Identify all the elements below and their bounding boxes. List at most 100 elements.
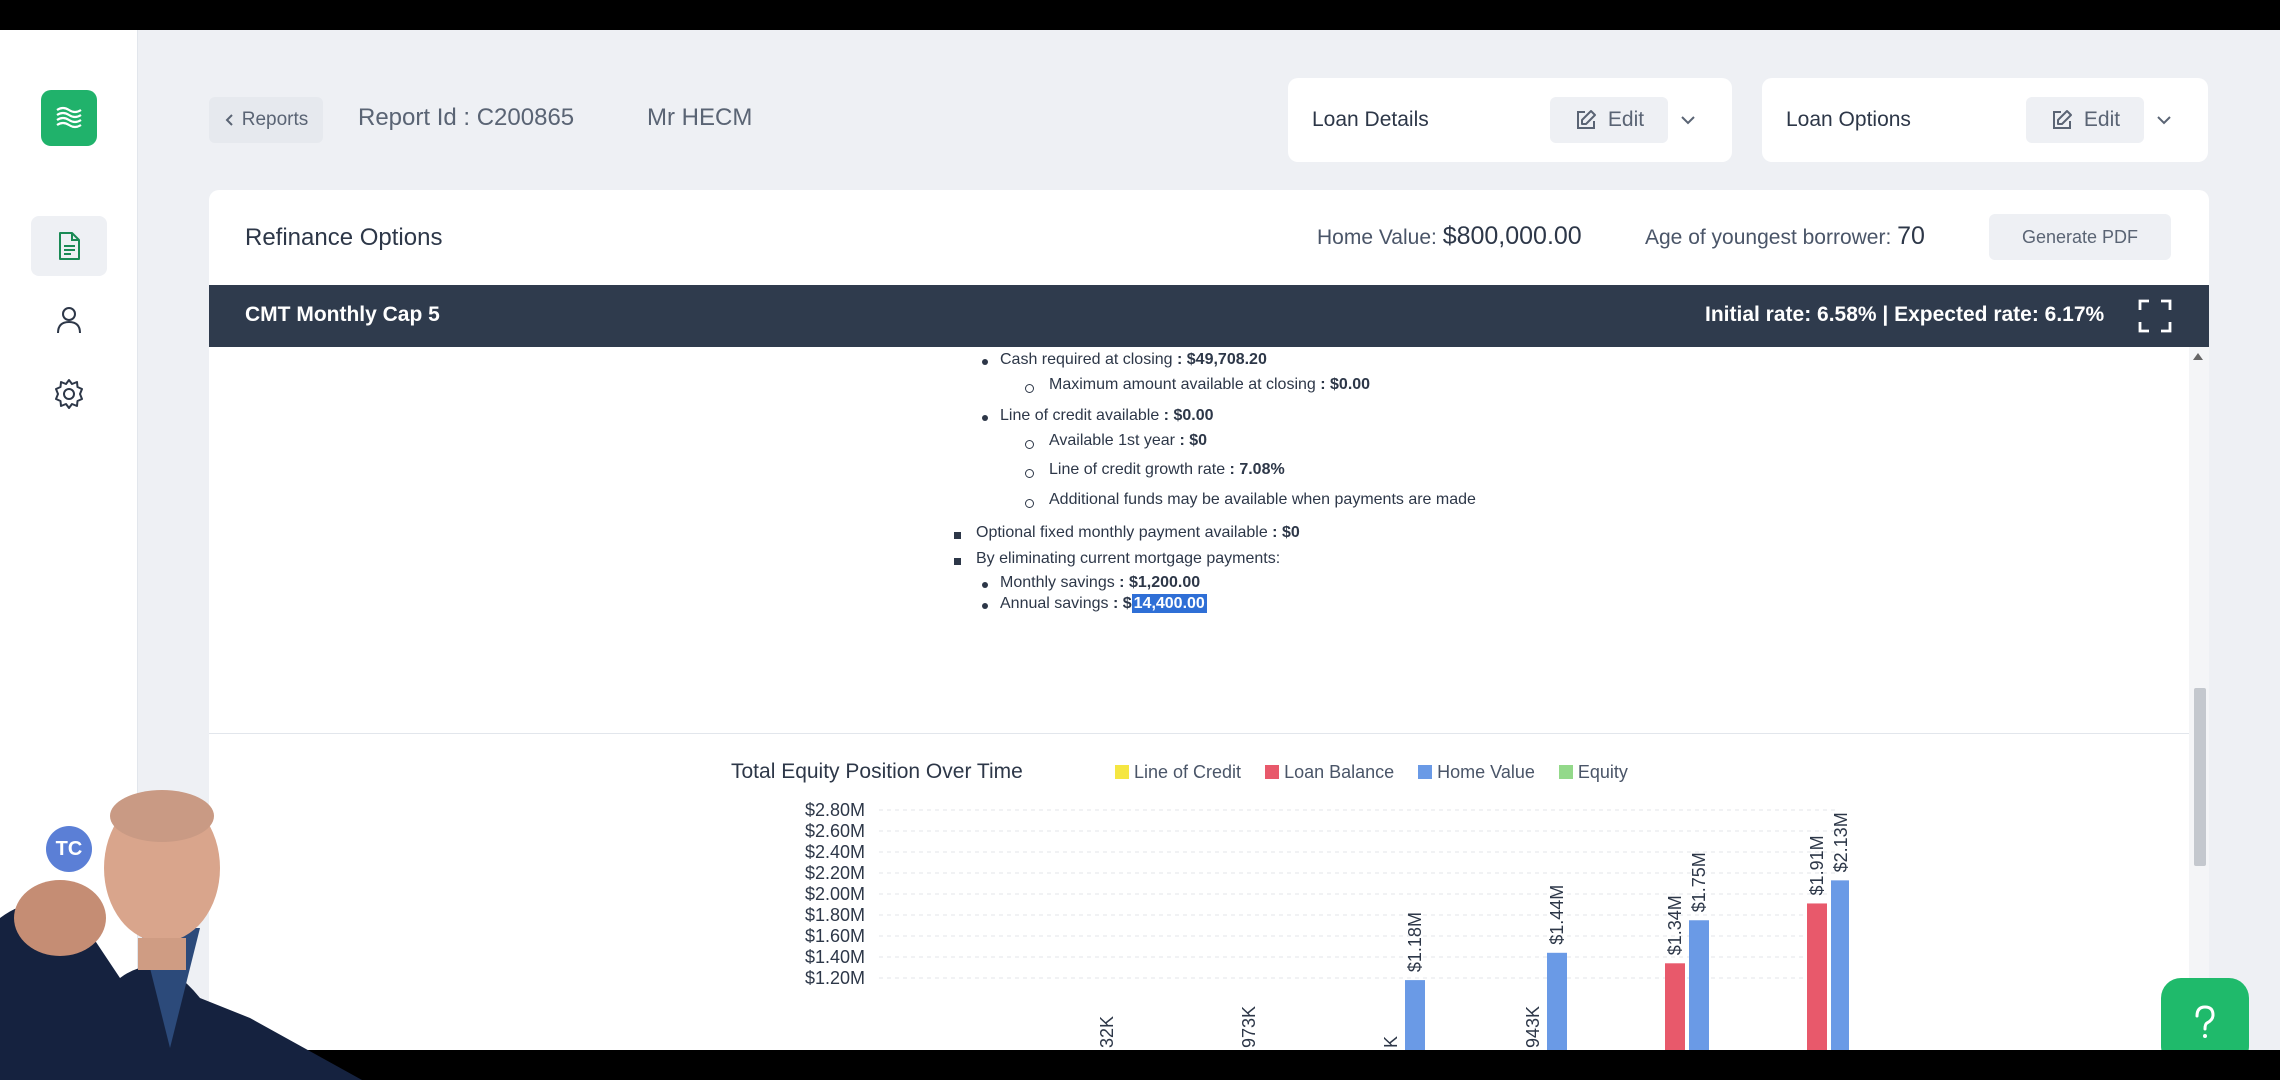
program-name: CMT Monthly Cap 5 [245, 303, 440, 326]
generate-pdf-button[interactable]: Generate PDF [1989, 214, 2171, 260]
waves-logo-icon [56, 106, 82, 129]
list-item-first-year: Available 1st year : $0 [1049, 432, 1207, 450]
borrower-name: Mr HECM [647, 104, 753, 131]
sidebar-item-settings[interactable] [31, 364, 107, 424]
legend-item-loan-balance[interactable]: Loan Balance [1265, 762, 1394, 783]
loan-details-card: Loan Details Edit [1288, 78, 1732, 162]
loc-label: Line of credit available [1000, 407, 1160, 424]
loan-details-label: Loan Details [1312, 108, 1429, 131]
loan-options-expand-button[interactable] [2144, 97, 2184, 143]
legend-label: Equity [1577, 762, 1628, 782]
loan-details-expand-button[interactable] [1668, 97, 1708, 143]
home-value-bar[interactable] [1689, 920, 1709, 1050]
edit-icon [1576, 110, 1596, 129]
list-item-monthly-savings: Monthly savings : $1,200.00 [1000, 574, 1200, 592]
home-value: Home Value: $800,000.00 [1317, 222, 1582, 251]
annual-savings-value-selected[interactable]: 14,400.00 [1131, 594, 1207, 613]
legend-item-home-value[interactable]: Home Value [1418, 762, 1535, 783]
first-year-value: : $0 [1179, 432, 1208, 449]
loc-value: : $0.00 [1163, 407, 1214, 424]
home-value-data-label: $1.18M [1405, 912, 1425, 972]
list-item-loc-available: Line of credit available : $0.00 [1000, 407, 1213, 425]
list-item-annual-savings: Annual savings : $14,400.00 [1000, 594, 1207, 613]
chart-legend: Line of Credit Loan Balance Home Value E… [1115, 762, 1628, 783]
sidebar-item-profile[interactable] [31, 290, 107, 350]
question-mark-icon [2195, 1005, 2215, 1038]
age-value: 70 [1897, 222, 1925, 250]
loan-options-label: Loan Options [1786, 108, 1911, 131]
y-tick-label: $2.80M [805, 800, 865, 820]
monthly-savings-label: Monthly savings [1000, 574, 1115, 591]
chart-title: Total Equity Position Over Time [731, 760, 1023, 783]
y-tick-label: $2.00M [805, 884, 865, 904]
home-value-label: Home Value: [1317, 226, 1437, 249]
legend-swatch [1265, 765, 1280, 779]
help-button[interactable] [2161, 978, 2249, 1050]
bullet [954, 558, 961, 565]
loan-details-edit-button[interactable]: Edit [1550, 97, 1668, 143]
bullet [1025, 499, 1034, 508]
fullscreen-icon[interactable] [2137, 298, 2173, 334]
list-item-growth-rate: Line of credit growth rate : 7.08% [1049, 461, 1285, 479]
bullet [982, 582, 988, 588]
legend-label: Line of Credit [1134, 762, 1242, 782]
scrollbar-thumb[interactable] [2194, 688, 2206, 866]
gear-icon [55, 379, 83, 409]
user-icon [57, 307, 81, 334]
loan-options-card: Loan Options Edit [1762, 78, 2208, 162]
cash-required-value: : $49,708.20 [1177, 351, 1267, 368]
back-label: Reports [241, 109, 309, 130]
edit-label: Edit [2083, 108, 2121, 131]
legend-item-equity[interactable]: Equity [1558, 762, 1628, 783]
age-label: Age of youngest borrower: [1645, 226, 1892, 249]
loan-balance-bar[interactable] [1665, 963, 1685, 1050]
loan-options-edit-button[interactable]: Edit [2026, 97, 2144, 143]
legend-swatch [1115, 765, 1129, 779]
chevron-left-icon [225, 114, 233, 126]
loan-balance-bar[interactable] [1807, 903, 1827, 1050]
list-item-optional-payment: Optional fixed monthly payment available… [976, 524, 1300, 542]
loan-balance-data-label: 32K [1097, 1016, 1117, 1048]
chevron-down-icon [1681, 116, 1695, 125]
home-value-bar[interactable] [1405, 980, 1425, 1050]
first-year-label: Available 1st year [1049, 432, 1175, 449]
panel-title: Refinance Options [245, 224, 443, 251]
legend-swatch [1418, 765, 1433, 779]
sidebar-item-reports[interactable] [31, 216, 107, 276]
growth-rate-label: Line of credit growth rate [1049, 461, 1226, 478]
y-tick-label: $1.80M [805, 905, 865, 925]
bullet [1025, 440, 1034, 449]
cash-required-label: Cash required at closing [1000, 351, 1173, 368]
bullet [1025, 384, 1034, 393]
document-icon [59, 232, 80, 260]
bullet [982, 359, 988, 365]
home-value-amount: $800,000.00 [1442, 222, 1582, 250]
legend-swatch [1558, 765, 1573, 779]
list-item-cash-required: Cash required at closing : $49,708.20 [1000, 351, 1267, 369]
program-rates: Initial rate: 6.58% | Expected rate: 6.1… [1705, 303, 2105, 326]
max-available-value: : $0.00 [1320, 376, 1371, 393]
edit-label: Edit [1607, 108, 1645, 131]
list-item-eliminating: By eliminating current mortgage payments… [976, 550, 1281, 567]
legend-item-line-of-credit[interactable]: Line of Credit [1115, 762, 1241, 783]
annual-savings-prefix: : $ [1112, 595, 1132, 612]
scroll-up-arrow-icon[interactable] [2193, 353, 2203, 360]
equity-chart: $2.80M$2.60M$2.40M$2.20M$2.00M$1.80M$1.6… [805, 800, 1849, 1050]
y-tick-label: $1.20M [805, 968, 865, 988]
presenter-webcam-overlay [0, 790, 362, 1080]
loan-balance-data-label: 973K [1239, 1006, 1259, 1048]
back-to-reports-button[interactable]: Reports [209, 97, 323, 143]
growth-rate-value: : 7.08% [1229, 461, 1285, 478]
home-value-bar[interactable] [1547, 952, 1567, 1050]
loan-balance-data-label: $1.91M [1807, 835, 1827, 895]
y-tick-label: $2.20M [805, 863, 865, 883]
app-logo[interactable] [41, 90, 97, 146]
y-tick-label: $1.40M [805, 947, 865, 967]
list-item-max-available: Maximum amount available at closing : $0… [1049, 376, 1370, 394]
loan-balance-data-label: K [1381, 1036, 1401, 1048]
loan-balance-data-label: $1.34M [1665, 895, 1685, 955]
bullet [982, 415, 988, 421]
optional-payment-label: Optional fixed monthly payment available [976, 524, 1268, 541]
report-id: Report Id : C200865 [358, 104, 575, 131]
home-value-bar[interactable] [1831, 880, 1849, 1050]
